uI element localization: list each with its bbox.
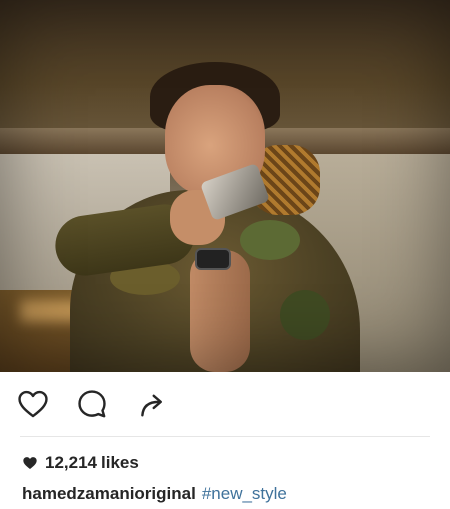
likes-row[interactable]: 12,214 likes	[22, 452, 139, 474]
post-username[interactable]: hamedzamanioriginal	[22, 484, 196, 503]
actions-divider	[20, 436, 430, 437]
heart-filled-icon	[23, 457, 37, 469]
share-arrow-icon	[141, 394, 162, 417]
heart-outline-icon	[18, 390, 48, 418]
comment-bubble-icon	[78, 390, 106, 418]
like-button[interactable]	[13, 384, 53, 424]
post-caption: hamedzamanioriginal #new_style	[22, 484, 287, 506]
photo-vignette	[0, 0, 450, 372]
post-actions-bar	[0, 384, 450, 426]
likes-label: likes	[101, 453, 139, 472]
likes-count: 12,214	[45, 453, 97, 472]
comment-button[interactable]	[72, 384, 112, 424]
post-photo[interactable]	[0, 0, 450, 372]
caption-hashtag[interactable]: #new_style	[202, 484, 287, 503]
share-button[interactable]	[133, 384, 173, 424]
likes-count-text: 12,214 likes	[45, 453, 139, 473]
